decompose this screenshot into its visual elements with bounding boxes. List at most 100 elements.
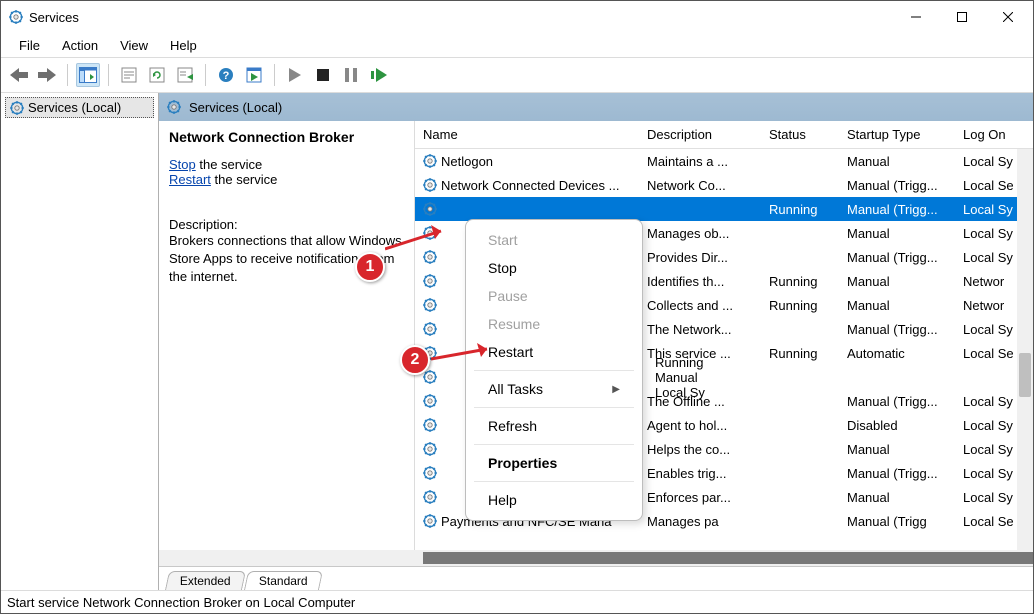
cell-startup: Automatic (839, 346, 955, 361)
cell-description: The Network... (639, 322, 761, 337)
menu-view[interactable]: View (110, 36, 158, 55)
context-separator (474, 407, 634, 408)
refresh-button[interactable] (145, 63, 169, 87)
col-header-name[interactable]: Name (415, 121, 639, 148)
cell-status: Running (647, 355, 725, 370)
help-button[interactable]: ? (214, 63, 238, 87)
app-icon (9, 10, 23, 24)
context-resume: Resume (466, 310, 642, 338)
cell-description: Identifies th... (639, 274, 761, 289)
annotation-badge-2: 2 (400, 345, 430, 375)
panel-header-icon (167, 100, 181, 114)
cell-logon: Local Sy (955, 442, 1025, 457)
menu-action[interactable]: Action (52, 36, 108, 55)
status-text: Start service Network Connection Broker … (7, 595, 355, 610)
toolbar: ? (1, 57, 1033, 93)
cell-status: Running (761, 202, 839, 217)
vertical-scrollbar[interactable] (1017, 149, 1033, 550)
export-list-button[interactable] (173, 63, 197, 87)
window-title: Services (29, 10, 79, 25)
restart-service-link[interactable]: Restart (169, 172, 211, 187)
maximize-button[interactable] (939, 1, 985, 33)
cell-startup: Manual (839, 154, 955, 169)
pause-service-button[interactable] (339, 63, 363, 87)
table-row[interactable]: Network Connected Devices ...Network Co.… (415, 173, 1033, 197)
cell-logon: Local Sy (955, 154, 1025, 169)
menu-file[interactable]: File (9, 36, 50, 55)
cell-logon: Local Se (955, 346, 1025, 361)
col-header-logon[interactable]: Log On (955, 121, 1025, 148)
table-row[interactable]: Netlogon Maintains a ... ManualLocal Sy (415, 149, 1033, 173)
cell-logon: Local Se (955, 178, 1025, 193)
col-header-startup[interactable]: Startup Type (839, 121, 955, 148)
cell-description: Helps the co... (639, 442, 761, 457)
col-header-status[interactable]: Status (761, 121, 839, 148)
context-start: Start (466, 226, 642, 254)
cell-startup: Manual (Trigg... (839, 202, 955, 217)
service-info-pane: Network Connection Broker Stop the servi… (159, 121, 415, 550)
annotation-arrow-2 (431, 341, 501, 363)
cell-description: Maintains a ... (639, 154, 761, 169)
tree-item-services-local[interactable]: Services (Local) (5, 97, 154, 118)
horizontal-scrollbar[interactable] (159, 550, 1033, 566)
cell-description: Agent to hol... (639, 418, 761, 433)
menu-help[interactable]: Help (160, 36, 207, 55)
cell-logon: Local Se (955, 514, 1025, 529)
restart-service-button[interactable] (367, 63, 391, 87)
service-icon (423, 178, 437, 192)
close-button[interactable] (985, 1, 1031, 33)
services-window: Services File Action View Help (0, 0, 1034, 614)
cell-logon: Networ (955, 298, 1025, 313)
context-separator (474, 370, 634, 371)
cell-logon: Local Sy (955, 394, 1025, 409)
cell-description: Manages pa (639, 514, 761, 529)
nav-back-button[interactable] (7, 63, 31, 87)
stop-suffix: the service (196, 157, 262, 172)
tree-pane: Services (Local) (1, 93, 159, 590)
context-properties[interactable]: Properties (466, 449, 642, 477)
cell-logon: Local Sy (955, 418, 1025, 433)
context-help[interactable]: Help (466, 486, 642, 514)
cell-startup: Manual (Trigg... (839, 250, 955, 265)
service-icon (423, 490, 437, 504)
cell-logon: Local Sy (955, 226, 1025, 241)
vertical-scrollbar-thumb[interactable] (1019, 353, 1031, 397)
cell-logon: Local Sy (955, 202, 1025, 217)
start-service-button[interactable] (283, 63, 307, 87)
stop-service-button[interactable] (311, 63, 335, 87)
minimize-button[interactable] (893, 1, 939, 33)
titlebar: Services (1, 1, 1033, 33)
service-icon (423, 514, 437, 528)
cell-startup: Manual (839, 274, 955, 289)
tab-extended[interactable]: Extended (165, 571, 246, 590)
cell-startup: Manual (Trigg (839, 514, 955, 529)
svg-text:?: ? (223, 70, 230, 82)
col-header-description[interactable]: Description (639, 121, 761, 148)
menubar: File Action View Help (1, 33, 1033, 57)
properties-button[interactable] (117, 63, 141, 87)
annotation-badge-1: 1 (355, 252, 385, 282)
context-refresh[interactable]: Refresh (466, 412, 642, 440)
nav-forward-button[interactable] (35, 63, 59, 87)
submenu-arrow-icon: ▶ (612, 384, 620, 395)
cell-logon: Local Sy (955, 466, 1025, 481)
context-stop[interactable]: Stop (466, 254, 642, 282)
service-icon (423, 370, 437, 384)
tab-standard[interactable]: Standard (244, 571, 323, 590)
service-icon (423, 250, 437, 264)
view-tabs: Extended Standard (159, 566, 1033, 590)
cell-description: Provides Dir... (639, 250, 761, 265)
cell-description: Manages ob... (639, 226, 761, 241)
stop-service-link[interactable]: Stop (169, 157, 196, 172)
action-pane-button[interactable] (242, 63, 266, 87)
show-hide-tree-button[interactable] (76, 63, 100, 87)
context-all-tasks[interactable]: All Tasks ▶ (466, 375, 642, 403)
toolbar-separator (205, 64, 206, 86)
cell-name: Netlogon (441, 154, 493, 169)
toolbar-separator (274, 64, 275, 86)
table-row[interactable]: RunningManual (Trigg...Local Sy (415, 197, 1033, 221)
cell-description: Enforces par... (639, 490, 761, 505)
service-icon (423, 298, 437, 312)
horizontal-scrollbar-thumb[interactable] (423, 552, 1034, 564)
service-icon (423, 322, 437, 336)
